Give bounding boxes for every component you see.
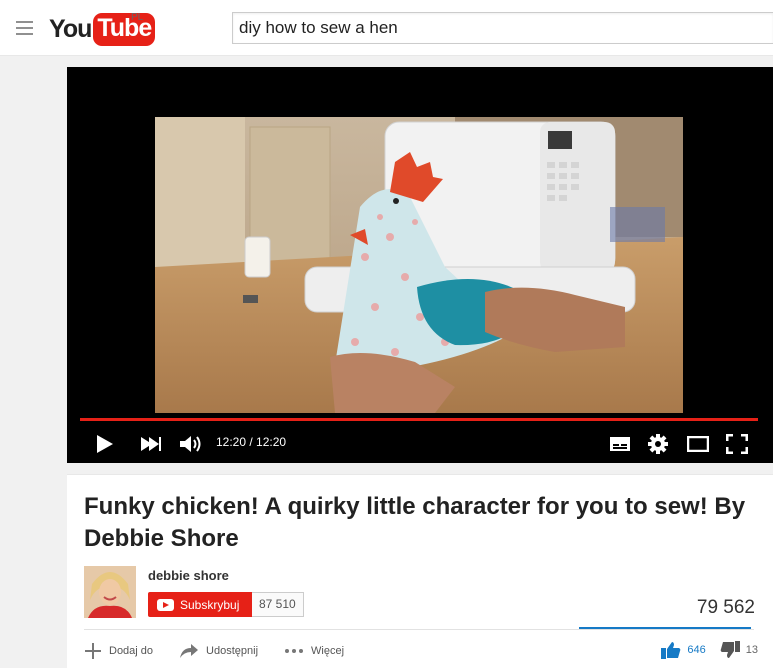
search-input[interactable]: [233, 13, 773, 43]
video-title: Funky chicken! A quirky little character…: [84, 493, 746, 552]
play-icon[interactable]: [95, 433, 115, 455]
video-frame[interactable]: [155, 117, 683, 413]
progress-bar[interactable]: [80, 418, 758, 421]
add-to-label: Dodaj do: [109, 645, 154, 657]
share-label: Udostępnij: [206, 645, 259, 657]
plus-icon: [85, 643, 101, 659]
search-box[interactable]: [232, 12, 773, 44]
volume-icon[interactable]: [179, 434, 203, 454]
subscriber-count: 87 510: [252, 592, 304, 617]
video-info-card: Funky chicken! A quirky little character…: [67, 474, 773, 668]
avatar-image: [84, 566, 136, 618]
view-count: 79 562: [696, 597, 755, 618]
region-label: PL: [131, 12, 144, 23]
dislike-count: 13: [745, 644, 758, 656]
thumbs-up-icon[interactable]: [661, 641, 681, 659]
more-button[interactable]: Więcej: [284, 645, 344, 657]
logo-tube-text: Tube: [93, 12, 156, 46]
more-label: Więcej: [311, 645, 345, 657]
like-ratio-bar: [579, 627, 751, 629]
settings-icon[interactable]: [648, 434, 668, 454]
logo-you-text: You: [49, 14, 92, 43]
guide-menu-icon[interactable]: [16, 21, 33, 35]
fullscreen-icon[interactable]: [726, 434, 748, 454]
share-button[interactable]: Udostępnij: [179, 643, 258, 659]
like-dislike-group: 646 13: [661, 641, 758, 659]
next-icon[interactable]: [140, 435, 162, 453]
share-icon: [180, 644, 199, 658]
player-controls: 12:20 / 12:20: [67, 427, 773, 463]
subscribe-button[interactable]: Subskrybuj: [148, 592, 252, 617]
more-dots-icon: [285, 649, 304, 653]
time-display: 12:20 / 12:20: [216, 435, 287, 449]
action-bar: Dodaj do Udostępnij Więcej: [84, 640, 370, 662]
masthead: You Tube PL: [0, 0, 773, 56]
subscribe-label: Subskrybuj: [180, 597, 240, 612]
like-count: 646: [687, 644, 706, 656]
thumbs-down-icon[interactable]: [720, 641, 740, 659]
channel-avatar[interactable]: [84, 566, 136, 618]
divider: [84, 629, 754, 630]
add-to-button[interactable]: Dodaj do: [84, 642, 153, 660]
theater-mode-icon[interactable]: [687, 436, 709, 452]
subtitles-icon[interactable]: [610, 436, 630, 452]
youtube-play-icon: [157, 598, 174, 611]
video-thumbnail-image: [155, 117, 683, 413]
video-player[interactable]: 12:20 / 12:20: [67, 67, 773, 463]
channel-name[interactable]: debbie shore: [148, 568, 229, 583]
